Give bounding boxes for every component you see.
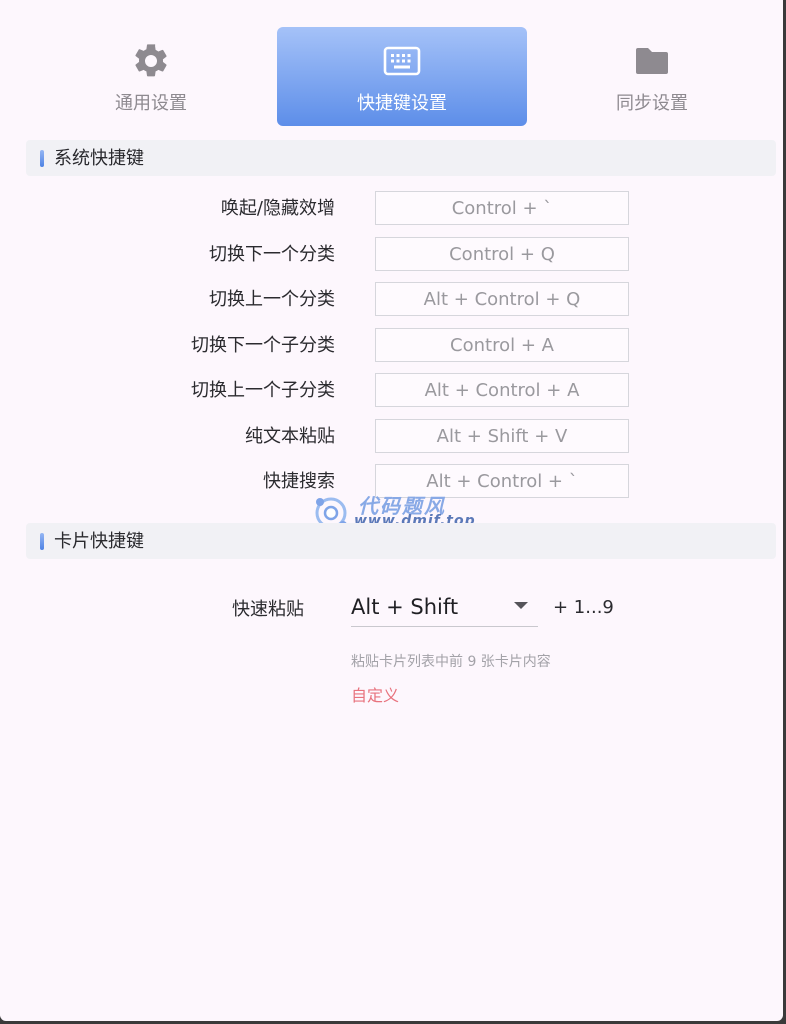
- system-shortcuts-header: 系统快捷键: [26, 140, 776, 176]
- tab-general-settings[interactable]: 通用设置: [26, 27, 276, 126]
- section-accent-bar: [40, 150, 44, 167]
- shortcut-row-toggle-app: 唤起/隐藏效增 Control + `: [0, 191, 783, 225]
- quick-paste-suffix: + 1...9: [553, 597, 614, 618]
- shortcut-input-toggle-app[interactable]: Control + `: [375, 191, 629, 225]
- shortcut-input-next-category[interactable]: Control + Q: [375, 237, 629, 271]
- shortcut-row-prev-category: 切换上一个分类 Alt + Control + Q: [0, 282, 783, 316]
- section-title: 系统快捷键: [54, 148, 144, 169]
- keyboard-icon: [383, 46, 421, 76]
- shortcut-label: 切换下一个子分类: [191, 335, 335, 356]
- shortcut-input-next-subcategory[interactable]: Control + A: [375, 328, 629, 362]
- tab-sync-settings[interactable]: 同步设置: [527, 27, 777, 126]
- settings-window: 通用设置 快捷键设置 同步设置 系统快捷键 唤起/隐藏效增 Control + …: [0, 0, 783, 1021]
- shortcut-row-plain-text-paste: 纯文本粘贴 Alt + Shift + V: [0, 419, 783, 453]
- folder-icon: [636, 48, 668, 74]
- shortcut-label: 纯文本粘贴: [245, 426, 335, 447]
- shortcut-input-prev-category[interactable]: Alt + Control + Q: [375, 282, 629, 316]
- settings-tabs: 通用设置 快捷键设置 同步设置: [26, 27, 776, 127]
- tab-general-label: 通用设置: [115, 93, 187, 114]
- shortcut-input-prev-subcategory[interactable]: Alt + Control + A: [375, 373, 629, 407]
- shortcut-label: 唤起/隐藏效增: [220, 198, 335, 219]
- modifier-select-value: Alt + Shift: [351, 595, 459, 619]
- quick-paste-label: 快速粘贴: [232, 599, 304, 620]
- tab-shortcut-label: 快捷键设置: [357, 93, 447, 114]
- shortcut-row-next-subcategory: 切换下一个子分类 Control + A: [0, 328, 783, 362]
- shortcut-label: 切换上一个子分类: [191, 380, 335, 401]
- shortcut-row-prev-subcategory: 切换上一个子分类 Alt + Control + A: [0, 373, 783, 407]
- shortcut-label: 快捷搜索: [263, 471, 335, 492]
- quick-paste-hint: 粘贴卡片列表中前 9 张卡片内容: [351, 654, 551, 670]
- section-title: 卡片快捷键: [54, 531, 144, 552]
- quick-paste-modifier-select[interactable]: Alt + Shift: [351, 590, 538, 627]
- shortcut-input-plain-text-paste[interactable]: Alt + Shift + V: [375, 419, 629, 453]
- shortcut-row-quick-search: 快捷搜索 Alt + Control + `: [0, 464, 783, 498]
- shortcut-label: 切换上一个分类: [209, 289, 335, 310]
- shortcut-row-next-category: 切换下一个分类 Control + Q: [0, 237, 783, 271]
- gear-icon: [135, 44, 167, 77]
- tab-sync-label: 同步设置: [616, 93, 688, 114]
- customize-link[interactable]: 自定义: [351, 684, 399, 708]
- card-shortcuts-header: 卡片快捷键: [26, 523, 776, 559]
- shortcut-label: 切换下一个分类: [209, 244, 335, 265]
- dropdown-arrow-icon: [514, 602, 528, 609]
- shortcut-input-quick-search[interactable]: Alt + Control + `: [375, 464, 629, 498]
- tab-shortcut-settings[interactable]: 快捷键设置: [277, 27, 527, 126]
- section-accent-bar: [40, 533, 44, 550]
